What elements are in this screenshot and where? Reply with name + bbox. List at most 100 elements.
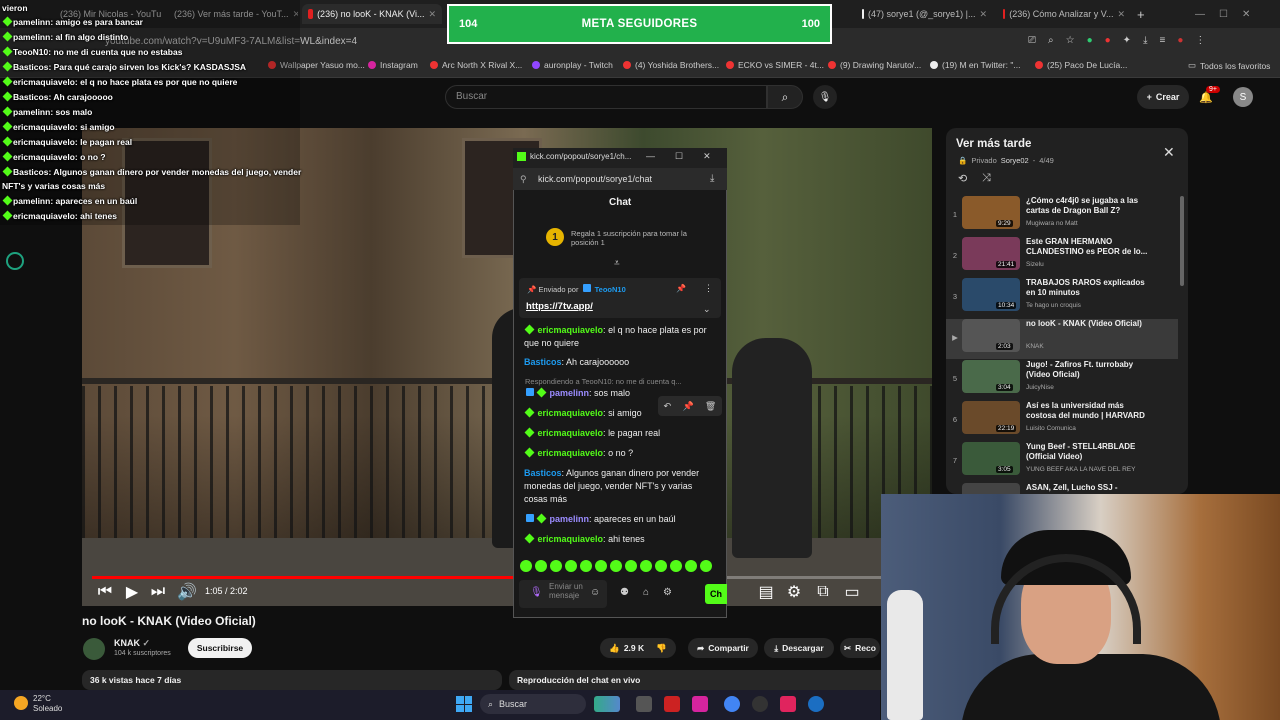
search-input[interactable]: Buscar	[445, 85, 767, 109]
chat-username[interactable]: Basticos	[524, 357, 562, 367]
emote-icon[interactable]	[640, 560, 652, 572]
chat-username[interactable]: pamelinn	[550, 388, 590, 398]
playlist-item-title[interactable]: Así es la universidad más costosa del mu…	[1026, 401, 1148, 421]
close-tab-icon[interactable]: ✕	[428, 9, 436, 20]
loop-button[interactable]: ⟲	[958, 172, 967, 185]
close-tab-icon[interactable]: ✕	[980, 9, 987, 20]
bookmark-item[interactable]: Arc North X Rival X...	[430, 60, 522, 70]
download-icon[interactable]: ⤓	[1143, 35, 1147, 46]
playlist-scrollbar[interactable]	[1180, 196, 1184, 286]
install-icon[interactable]: ⎚	[1028, 35, 1036, 46]
share-button[interactable]: ➦ Compartir	[688, 638, 758, 658]
thumbs-down-icon[interactable]: 👎	[656, 643, 667, 654]
gift-sub-prompt[interactable]: Regala 1 suscripción para tomar la posic…	[571, 229, 701, 247]
playlist-item-channel[interactable]: JuicyNise	[1026, 384, 1054, 391]
site-settings-icon[interactable]: ⚲	[520, 174, 527, 185]
playlist-item-title[interactable]: ASAN, Zell, Lucho SSJ -	[1026, 483, 1148, 493]
playlist-item-title[interactable]: Jugo! - Zafiros Ft. turrobaby (Video Ofi…	[1026, 360, 1148, 380]
playlist-item-channel[interactable]: Mugiwara no Matt	[1026, 220, 1078, 227]
app-icon[interactable]	[664, 696, 680, 712]
video-description[interactable]: 36 k vistas hace 7 días	[82, 670, 502, 690]
volume-button[interactable]: 🔊	[177, 584, 197, 601]
extension-icon[interactable]: ●	[1105, 35, 1111, 46]
bookmark-item[interactable]: (19) M en Twitter: "...	[930, 60, 1020, 70]
unpin-icon[interactable]: 📌	[676, 284, 686, 293]
chat-replay-header[interactable]: Reproducción del chat en vivo	[509, 670, 921, 690]
playlist-item[interactable]: 1 9:29 ¿Cómo c4r4j0 se jugaba a las cartas…	[946, 196, 1178, 236]
pin-icon[interactable]: 📌	[682, 401, 693, 412]
playlist-item-channel[interactable]: Luisito Comunica	[1026, 425, 1076, 432]
chat-username[interactable]: ericmaquiavelo	[538, 428, 604, 438]
chat-message[interactable]: ericmaquiavelo: ahi tenes	[524, 533, 716, 546]
people-icon[interactable]: ⚉	[620, 587, 629, 598]
emote-icon[interactable]	[700, 560, 712, 572]
kick-url[interactable]: kick.com/popout/sorye1/chat	[538, 174, 652, 184]
download-button[interactable]: ⤓ Descargar	[764, 638, 834, 658]
bookmark-item[interactable]: (25) Paco De Lucía...	[1035, 60, 1127, 70]
taskbar-search[interactable]: ⌕ Buscar	[480, 694, 586, 714]
account-avatar[interactable]: S	[1233, 87, 1253, 107]
extension-icon[interactable]: ●	[1087, 35, 1093, 46]
emote-icon[interactable]	[655, 560, 667, 572]
chrome-icon[interactable]	[724, 696, 740, 712]
start-button[interactable]	[456, 696, 472, 712]
chat-message[interactable]: Basticos: Ah carajoooooo	[524, 356, 716, 369]
pinned-link[interactable]: https://7tv.app/	[526, 301, 593, 312]
search-button[interactable]: ⌕	[767, 85, 803, 109]
emote-icon[interactable]	[610, 560, 622, 572]
playlist-item-title[interactable]: Yung Beef - STELL4RBLADE (Official Video…	[1026, 442, 1148, 462]
shuffle-button[interactable]: ⤨	[982, 172, 991, 185]
extensions-puzzle-icon[interactable]: ✦	[1123, 35, 1131, 46]
bookmark-item[interactable]: auronplay - Twitch	[532, 60, 613, 70]
emote-icon[interactable]	[580, 560, 592, 572]
like-dislike-group[interactable]: 👍 2.9 K 👎	[600, 638, 676, 658]
subscribe-button[interactable]: Suscribirse	[188, 638, 252, 658]
tab-no-look[interactable]: (236) no looK - KNAK (Vi... ✕	[302, 4, 442, 24]
emote-icon[interactable]	[520, 560, 532, 572]
expand-chevron-icon[interactable]: ⌄	[703, 304, 711, 315]
minimize-icon[interactable]: —	[646, 151, 655, 162]
tiktok-icon[interactable]	[780, 696, 796, 712]
bookmark-item[interactable]: ECKO vs SIMER - 4t...	[726, 60, 824, 70]
playlist-item[interactable]: 3 10:34 TRABAJOS RAROS explicados en 10 mi…	[946, 278, 1178, 318]
chat-username[interactable]: ericmaquiavelo	[538, 325, 604, 335]
reply-icon[interactable]: ↶	[664, 401, 672, 412]
channel-avatar[interactable]	[83, 638, 105, 660]
playlist-item-channel[interactable]: Te hago un croquis	[1026, 302, 1081, 309]
gear-icon[interactable]: ⚙	[663, 587, 672, 598]
voice-search-button[interactable]: 🎙	[813, 85, 837, 109]
close-tab-icon[interactable]: ✕	[1117, 9, 1125, 20]
clip-button[interactable]: ✂ Reco	[840, 638, 880, 658]
playlist-item-title[interactable]: TRABAJOS RAROS explicados en 10 minutos	[1026, 278, 1148, 298]
playlist-item-title[interactable]: ¿Cómo c4r4j0 se jugaba a las cartas de D…	[1026, 196, 1148, 216]
theater-button[interactable]: ▭	[844, 584, 860, 601]
emoji-icon[interactable]: ☺	[590, 587, 600, 598]
emote-icon[interactable]	[625, 560, 637, 572]
playlist-item-title[interactable]: Este GRAN HERMANO CLANDESTINO es PEOR de…	[1026, 237, 1148, 257]
maximize-icon[interactable]: ☐	[675, 151, 683, 162]
playlist-item-channel[interactable]: YUNG BEEF AKA LA NAVE DEL REY	[1026, 466, 1135, 473]
playlist-item[interactable]: 5 3:04 Jugo! - Zafiros Ft. turrobaby (Vide…	[946, 360, 1178, 400]
playlist-item[interactable]: ▶ 2:03 no looK - KNAK (Video Oficial) KNAK	[946, 319, 1178, 359]
collapse-icon[interactable]: ⩡	[614, 258, 620, 269]
menu-icon[interactable]: ⋮	[1195, 35, 1205, 46]
maximize-icon[interactable]: ☐	[1219, 9, 1228, 20]
playlist-item-channel[interactable]: Sizelu	[1026, 261, 1044, 268]
chat-username[interactable]: Basticos	[524, 468, 562, 478]
subtitles-button[interactable]: ▤	[758, 584, 774, 601]
widget-icon[interactable]	[594, 696, 620, 712]
obs-icon[interactable]	[752, 696, 768, 712]
chat-message[interactable]: ericmaquiavelo: le pagan real	[524, 427, 716, 440]
close-playlist-button[interactable]: ✕	[1163, 144, 1175, 161]
emote-icon[interactable]	[565, 560, 577, 572]
weather-widget[interactable]: 22°C Soleado	[33, 694, 62, 714]
download-icon[interactable]: ⤓	[710, 173, 714, 184]
chat-message[interactable]: Basticos: Algunos ganan dinero por vende…	[524, 467, 716, 506]
emote-icon[interactable]	[550, 560, 562, 572]
chat-username[interactable]: ericmaquiavelo	[538, 534, 604, 544]
close-window-icon[interactable]: ✕	[1242, 9, 1250, 20]
playlist-item-title[interactable]: no looK - KNAK (Video Oficial)	[1026, 319, 1148, 329]
store-icon[interactable]: ⌂	[643, 587, 649, 598]
play-button[interactable]: ▶	[124, 584, 140, 601]
playlist-title[interactable]: Ver más tarde	[956, 138, 1031, 150]
